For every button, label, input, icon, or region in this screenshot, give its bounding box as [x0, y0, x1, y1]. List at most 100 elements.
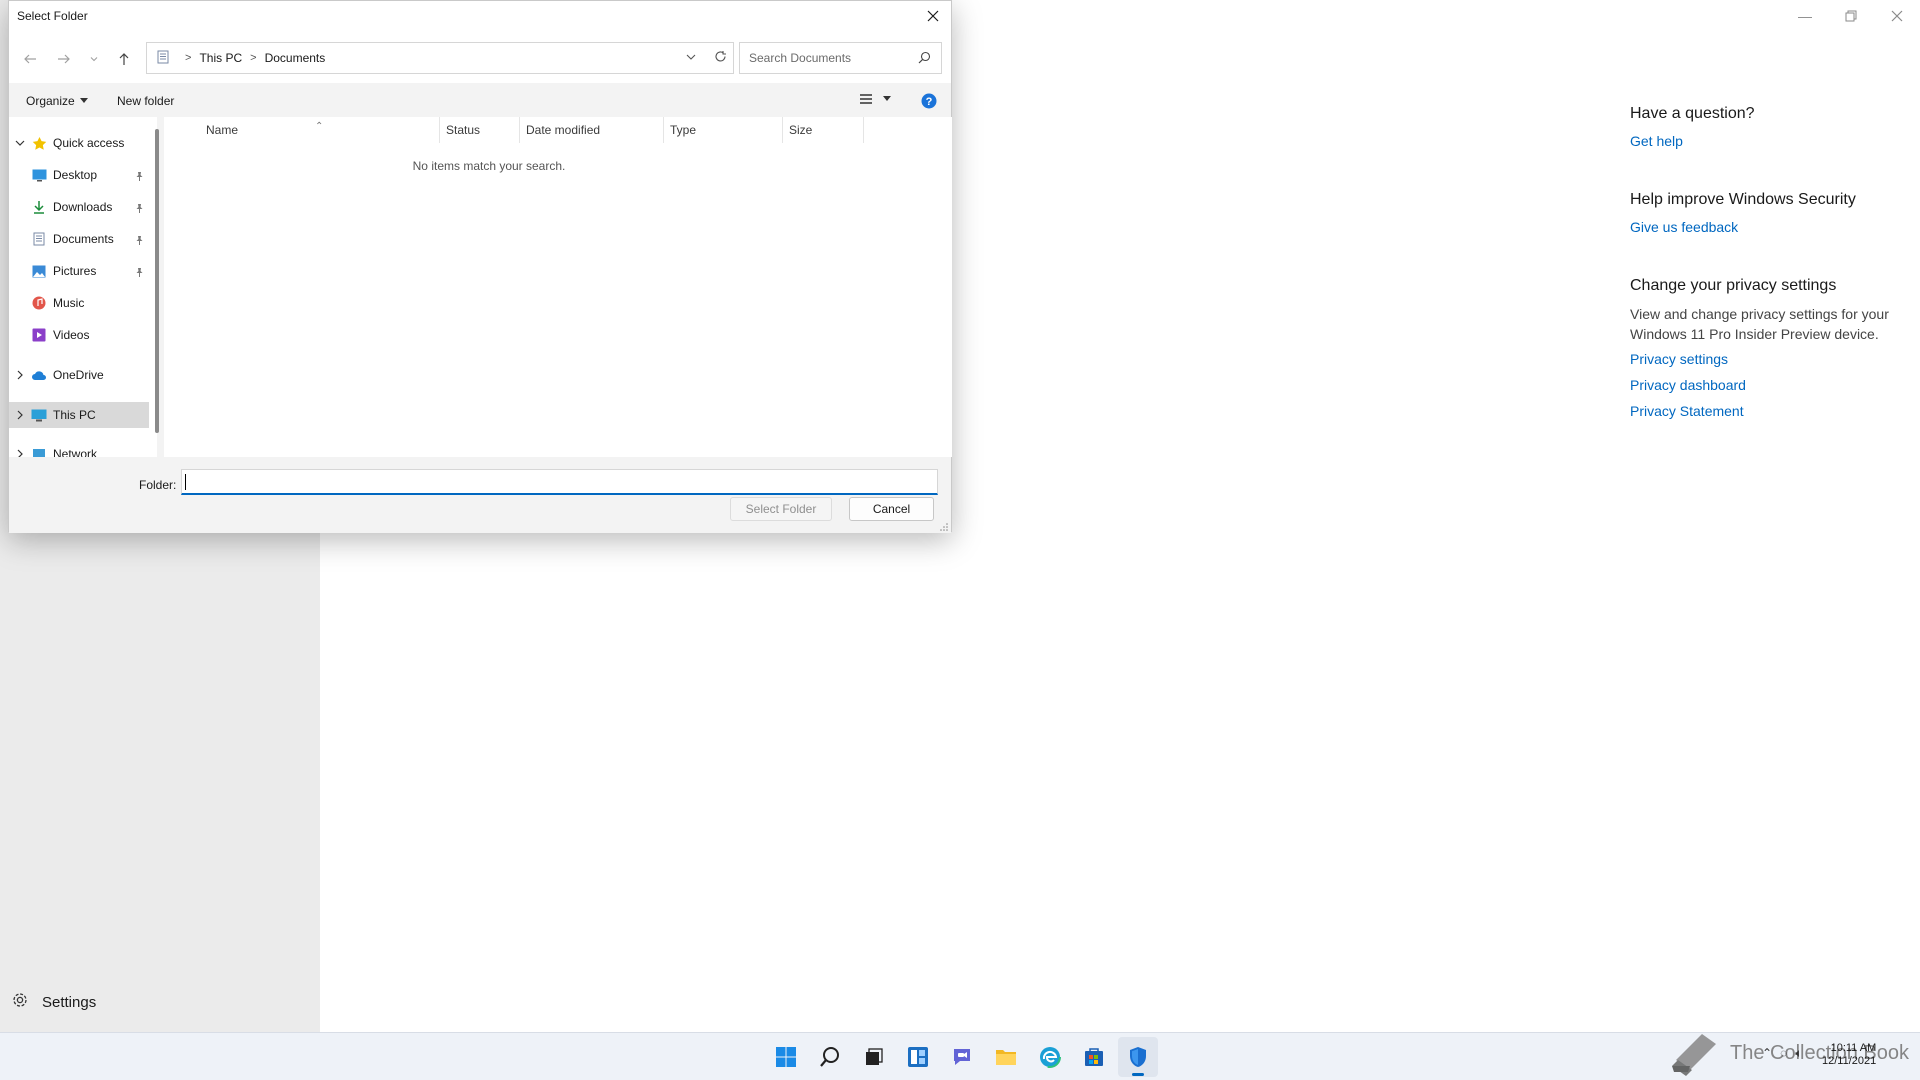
- get-help-link[interactable]: Get help: [1630, 132, 1890, 150]
- feedback-link[interactable]: Give us feedback: [1630, 218, 1890, 236]
- chevron-right-icon[interactable]: [9, 410, 31, 420]
- back-button[interactable]: [21, 50, 39, 68]
- select-folder-button[interactable]: Select Folder: [730, 497, 832, 521]
- clock[interactable]: 10:11 AM 12/11/2021: [1822, 1042, 1876, 1068]
- teams-chat-button[interactable]: [942, 1037, 982, 1077]
- store-icon: [1085, 1048, 1103, 1066]
- folder-input[interactable]: [181, 469, 938, 495]
- up-button[interactable]: [115, 50, 133, 68]
- chevron-up-icon[interactable]: ⌃: [1762, 1046, 1772, 1061]
- start-icon: [776, 1047, 796, 1067]
- column-header-status[interactable]: Status: [440, 117, 520, 143]
- edge-button[interactable]: [1030, 1037, 1070, 1077]
- windows-security-button[interactable]: [1118, 1037, 1158, 1077]
- caret-down-icon: [883, 96, 891, 101]
- column-headers: Name ⌃ Status Date modified Type Size: [164, 117, 952, 143]
- start-button[interactable]: [766, 1037, 806, 1077]
- restore-button[interactable]: [1828, 0, 1874, 32]
- folder-label: Folder:: [139, 478, 177, 492]
- organize-menu-button[interactable]: Organize: [26, 94, 88, 108]
- chevron-down-icon[interactable]: [9, 138, 31, 148]
- privacy-statement-link[interactable]: Privacy Statement: [1630, 402, 1890, 420]
- widgets-button[interactable]: [898, 1037, 938, 1077]
- navigation-pane-scrollbar[interactable]: [155, 129, 159, 433]
- nav-label: Desktop: [53, 168, 98, 182]
- pc-icon: [31, 407, 47, 423]
- videos-icon: [31, 327, 47, 343]
- new-folder-button[interactable]: New folder: [117, 94, 174, 108]
- refresh-button[interactable]: [714, 50, 727, 66]
- organize-label: Organize: [26, 94, 75, 108]
- nav-item-documents[interactable]: Documents: [9, 226, 149, 252]
- cancel-button[interactable]: Cancel: [849, 497, 934, 521]
- folder-row: Folder: Select Folder Cancel: [9, 457, 951, 533]
- resize-grip-icon[interactable]: [939, 521, 949, 531]
- column-header-type[interactable]: Type: [664, 117, 783, 143]
- forward-button[interactable]: [55, 50, 73, 68]
- volume-icon[interactable]: 🔈︎: [1795, 1046, 1802, 1061]
- pin-icon[interactable]: [135, 234, 144, 248]
- privacy-text: View and change privacy settings for you…: [1630, 306, 1889, 342]
- recent-locations-button[interactable]: [85, 50, 103, 68]
- column-label: Date modified: [526, 123, 601, 137]
- windows-security-icon: [1130, 1047, 1146, 1067]
- taskbar-search-button[interactable]: [810, 1037, 850, 1077]
- app-close-button[interactable]: [1874, 0, 1920, 32]
- nav-label: Network: [53, 447, 98, 457]
- close-icon: [927, 10, 939, 22]
- dialog-close-button[interactable]: [915, 1, 951, 31]
- music-icon: [31, 295, 47, 311]
- chevron-right-icon[interactable]: [9, 449, 31, 457]
- dialog-titlebar: Select Folder: [9, 1, 951, 33]
- nav-item-desktop[interactable]: Desktop: [9, 162, 149, 188]
- nav-label: OneDrive: [53, 368, 104, 382]
- store-button[interactable]: [1074, 1037, 1114, 1077]
- task-view-button[interactable]: [854, 1037, 894, 1077]
- nav-item-pictures[interactable]: Pictures: [9, 258, 149, 284]
- privacy-settings-link[interactable]: Privacy settings: [1630, 350, 1890, 368]
- file-explorer-button[interactable]: [986, 1037, 1026, 1077]
- search-box[interactable]: Search Documents: [739, 42, 942, 74]
- nav-item-onedrive[interactable]: OneDrive: [9, 362, 149, 388]
- help-icon: ?: [921, 93, 937, 109]
- column-header-size[interactable]: Size: [783, 117, 864, 143]
- column-header-date-modified[interactable]: Date modified: [520, 117, 664, 143]
- help-panel: Have a question? Get help Help improve W…: [1630, 104, 1890, 460]
- nav-item-music[interactable]: Music: [9, 290, 149, 316]
- watermark-text: The Collection Book: [1730, 1041, 1909, 1064]
- view-options-button[interactable]: [859, 93, 891, 105]
- pin-icon[interactable]: [135, 170, 144, 184]
- chevron-right-icon[interactable]: [9, 370, 31, 380]
- widgets-icon: [908, 1047, 928, 1067]
- text-caret: [185, 474, 186, 490]
- pin-icon[interactable]: [135, 266, 144, 280]
- nav-item-downloads[interactable]: Downloads: [9, 194, 149, 220]
- nav-item-quick-access[interactable]: Quick access: [9, 130, 149, 156]
- nav-label: Pictures: [53, 264, 97, 278]
- settings-link[interactable]: Settings: [12, 992, 96, 1012]
- caret-down-icon: [79, 98, 88, 103]
- window-controls: —: [1782, 0, 1920, 32]
- network-status-icon[interactable]: ◌: [1780, 1046, 1787, 1061]
- taskbar: [0, 1032, 1920, 1080]
- help-button[interactable]: ?: [921, 93, 937, 112]
- arrow-right-icon: [58, 54, 70, 64]
- minimize-button[interactable]: —: [1782, 0, 1828, 32]
- nav-item-videos[interactable]: Videos: [9, 322, 149, 348]
- address-history-button[interactable]: [686, 51, 696, 65]
- clock-date: 12/11/2021: [1822, 1055, 1877, 1067]
- column-label: Size: [789, 123, 813, 137]
- search-icon[interactable]: [918, 51, 931, 67]
- breadcrumb-documents[interactable]: Documents: [265, 51, 326, 65]
- nav-item-this-pc[interactable]: This PC: [9, 402, 149, 428]
- search-icon: [820, 1047, 839, 1067]
- breadcrumb-this-pc[interactable]: This PC: [199, 51, 242, 65]
- pin-icon[interactable]: [135, 202, 144, 216]
- column-header-name[interactable]: Name ⌃: [164, 117, 440, 143]
- select-folder-dialog: Select Folder > This PC > Documents Sear…: [8, 0, 952, 533]
- settings-label: Settings: [42, 993, 97, 1011]
- nav-item-network[interactable]: Network: [9, 441, 149, 457]
- address-bar[interactable]: > This PC > Documents: [146, 42, 734, 74]
- column-label: Status: [446, 123, 481, 137]
- privacy-dashboard-link[interactable]: Privacy dashboard: [1630, 376, 1890, 394]
